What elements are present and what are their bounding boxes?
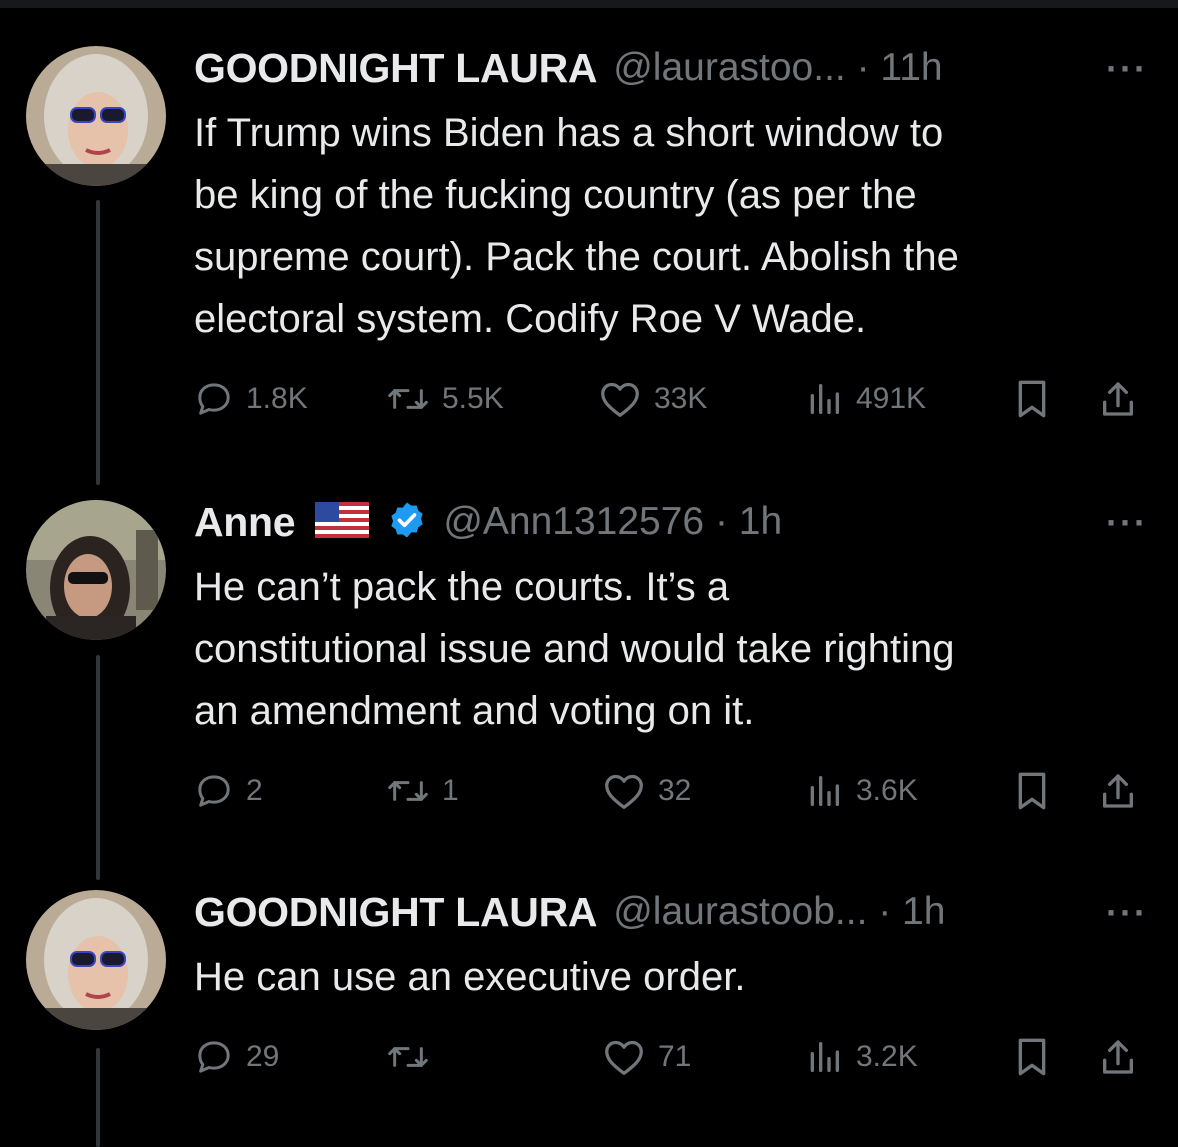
- speech-bubble-icon: [194, 379, 234, 419]
- repost-button[interactable]: [386, 1032, 442, 1082]
- like-button[interactable]: 33K: [598, 374, 707, 424]
- speech-bubble-icon: [194, 1037, 234, 1077]
- bookmark-button[interactable]: [1012, 766, 1052, 816]
- reply-button[interactable]: 29: [194, 1032, 279, 1082]
- repost-count: 1: [442, 774, 459, 807]
- display-name[interactable]: GOODNIGHT LAURA: [194, 889, 598, 936]
- heart-icon: [602, 1037, 646, 1077]
- reply-count: 1.8K: [246, 382, 308, 415]
- action-bar: 2 1 32 3.6K: [194, 766, 1148, 816]
- display-name[interactable]: Anne: [194, 499, 296, 546]
- share-button[interactable]: [1098, 374, 1138, 424]
- tweet-header: GOODNIGHT LAURA @laurastoo... · 11h ···: [194, 40, 1148, 96]
- views-button[interactable]: 3.6K: [804, 766, 918, 816]
- action-bar: 1.8K 5.5K 33K 491K: [194, 374, 1148, 424]
- verified-badge-icon[interactable]: [387, 500, 427, 545]
- reply-count: 2: [246, 774, 263, 807]
- speech-bubble-icon: [194, 771, 234, 811]
- tweet[interactable]: GOODNIGHT LAURA @laurastoo... · 11h ··· …: [0, 40, 1178, 460]
- repost-button[interactable]: 1: [386, 766, 459, 816]
- action-bar: 29 71 3.2K: [194, 1032, 1148, 1082]
- tweet-text: He can use an executive order.: [194, 955, 746, 999]
- repost-button[interactable]: 5.5K: [386, 374, 504, 424]
- like-count: 71: [658, 1040, 692, 1073]
- bar-chart-icon: [804, 1037, 844, 1077]
- view-count: 491K: [856, 382, 927, 415]
- repost-arrows-icon: [386, 771, 430, 811]
- avatar[interactable]: [26, 500, 166, 640]
- tweet-header: Anne @Ann1312576 · 1h ···: [194, 494, 1148, 550]
- handle-and-time[interactable]: @laurastoob... · 1h: [613, 890, 945, 934]
- repost-arrows-icon: [386, 379, 430, 419]
- share-upload-icon: [1098, 1035, 1138, 1079]
- view-count: 3.2K: [856, 1040, 918, 1073]
- more-options-icon[interactable]: ···: [1106, 48, 1148, 90]
- view-count: 3.6K: [856, 774, 918, 807]
- repost-arrows-icon: [386, 1037, 430, 1077]
- reply-count: 29: [246, 1040, 280, 1073]
- tweet[interactable]: GOODNIGHT LAURA @laurastoob... · 1h ··· …: [0, 884, 1178, 1104]
- heart-icon: [602, 771, 646, 811]
- reply-button[interactable]: 1.8K: [194, 374, 308, 424]
- tweet-text: He can’t pack the courts. It’s a constit…: [194, 565, 955, 733]
- tweet-header: GOODNIGHT LAURA @laurastoob... · 1h ···: [194, 884, 1148, 940]
- like-count: 33K: [654, 382, 708, 415]
- bar-chart-icon: [804, 379, 844, 419]
- share-upload-icon: [1098, 377, 1138, 421]
- bookmark-icon: [1012, 377, 1052, 421]
- share-button[interactable]: [1098, 1032, 1138, 1082]
- views-button[interactable]: 3.2K: [804, 1032, 918, 1082]
- like-button[interactable]: 32: [602, 766, 691, 816]
- tweet-text: If Trump wins Biden has a short window t…: [194, 111, 959, 341]
- display-name[interactable]: GOODNIGHT LAURA: [194, 45, 598, 92]
- reply-button[interactable]: 2: [194, 766, 263, 816]
- tweet[interactable]: Anne @Ann1312576 · 1h ··· He can’t pack …: [0, 494, 1178, 834]
- repost-count: 5.5K: [442, 382, 504, 415]
- more-options-icon[interactable]: ···: [1106, 892, 1148, 934]
- avatar[interactable]: [26, 46, 166, 186]
- bookmark-icon: [1012, 1035, 1052, 1079]
- us-flag-icon: [315, 501, 370, 543]
- bookmark-icon: [1012, 769, 1052, 813]
- bar-chart-icon: [804, 771, 844, 811]
- top-divider: [0, 0, 1178, 8]
- bookmark-button[interactable]: [1012, 1032, 1052, 1082]
- share-button[interactable]: [1098, 766, 1138, 816]
- avatar[interactable]: [26, 890, 166, 1030]
- handle-and-time[interactable]: @Ann1312576 · 1h: [443, 500, 782, 544]
- handle-and-time[interactable]: @laurastoo... · 11h: [613, 46, 942, 90]
- bookmark-button[interactable]: [1012, 374, 1052, 424]
- heart-icon: [598, 379, 642, 419]
- share-upload-icon: [1098, 769, 1138, 813]
- like-count: 32: [658, 774, 692, 807]
- like-button[interactable]: 71: [602, 1032, 691, 1082]
- views-button[interactable]: 491K: [804, 374, 926, 424]
- more-options-icon[interactable]: ···: [1106, 502, 1148, 544]
